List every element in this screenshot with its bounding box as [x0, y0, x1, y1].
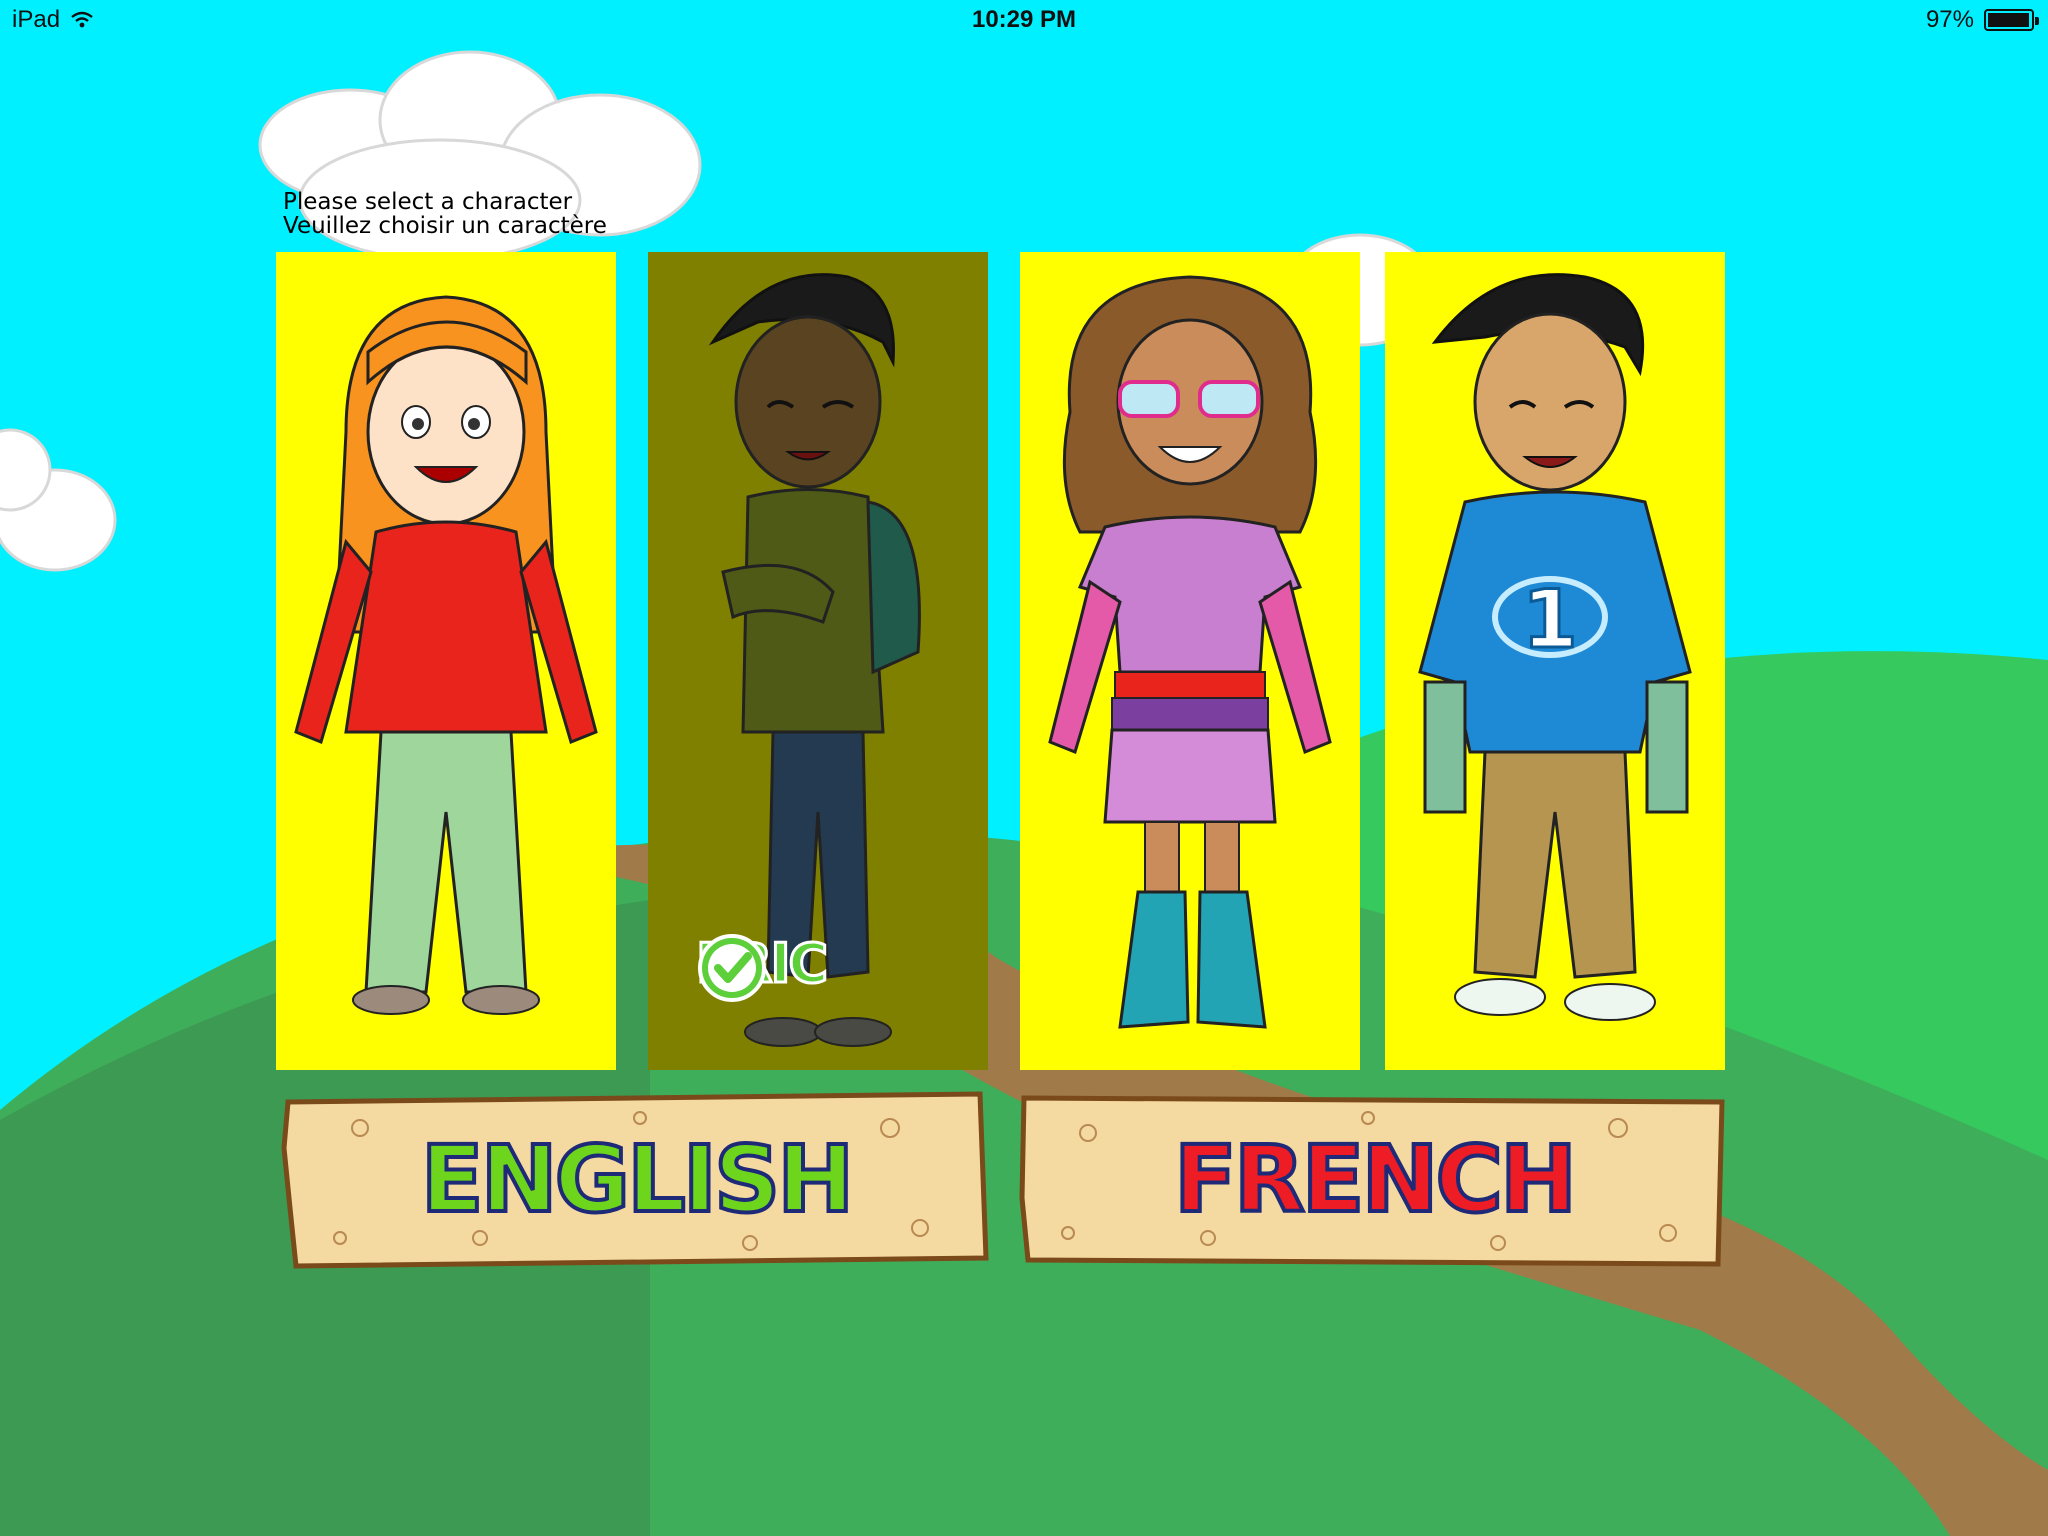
girl-curly-illustration [1020, 252, 1360, 1070]
battery-icon [1984, 9, 2039, 31]
check-icon [698, 934, 766, 1002]
character-card-girl-redhead[interactable] [276, 252, 616, 1070]
battery-percent: 97% [1925, 6, 1974, 33]
clock: 10:29 PM [971, 6, 1077, 33]
instruction-english: Please select a character [283, 189, 573, 215]
selected-character-tag: ERIC [694, 931, 830, 1002]
french-button[interactable]: FRENCH [1018, 1088, 1730, 1270]
status-right: 97% [1925, 6, 2039, 34]
svg-text:1: 1 [1522, 573, 1578, 666]
girl-redhead-illustration [276, 252, 616, 1070]
battery-fill [1988, 13, 2029, 27]
boy-blue-shirt-illustration: 1 [1385, 252, 1725, 1070]
status-bar: iPad 10:29 PM 97% [0, 0, 2048, 42]
instruction-french: Veuillez choisir un caractère [283, 213, 607, 239]
english-button[interactable]: ENGLISH [280, 1088, 992, 1270]
french-label: FRENCH [1172, 1124, 1579, 1235]
english-label: ENGLISH [419, 1124, 856, 1235]
character-card-eric[interactable]: ERIC [648, 252, 988, 1070]
character-card-boy-blue-shirt[interactable]: 1 [1385, 252, 1725, 1070]
character-card-girl-curly[interactable] [1020, 252, 1360, 1070]
instructions: Please select a character Veuillez chois… [283, 190, 607, 238]
